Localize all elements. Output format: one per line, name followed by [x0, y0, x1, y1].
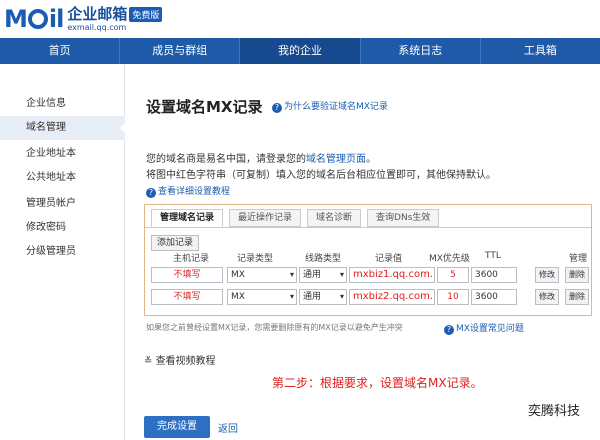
sidebar-item-public-addressbook[interactable]: 公共地址本 [0, 166, 125, 190]
nav-toolbox[interactable]: 工具箱 [481, 38, 600, 64]
description-line-1: 您的域名商是易名中国，请登录您的域名管理页面。 [146, 154, 376, 165]
help-icon: ? [444, 325, 454, 335]
row2-edit-button[interactable]: 修改 [535, 289, 559, 305]
logo-mark: Mil [4, 5, 64, 33]
sidebar: 企业信息 域名管理 企业地址本 公共地址本 管理员帐户 修改密码 分级管理员 [0, 64, 126, 440]
nav-home[interactable]: 首页 [0, 38, 121, 64]
row1-value-field[interactable]: mxbiz1.qq.com. [349, 267, 435, 283]
sidebar-item-sub-admin[interactable]: 分级管理员 [0, 240, 125, 264]
tab-recent-operations[interactable]: 最近操作记录 [229, 209, 302, 227]
column-header-line: 线路类型 [305, 254, 342, 264]
conflict-note: 如果您之前曾经设置MX记录，您需要删除原有的MX记录以避免产生冲突 [146, 323, 403, 332]
main-content: 设置域名MX记录 ? 为什么要验证域名MX记录 您的域名商是易名中国，请登录您的域… [126, 64, 600, 440]
chevron-down-icon: ≚ [144, 356, 156, 367]
domain-management-link[interactable]: 域名管理页面 [306, 154, 366, 165]
panel-tabs: 管理域名记录 最近操作记录 域名诊断 查询DNs生效 [151, 209, 445, 227]
row1-edit-button[interactable]: 修改 [535, 267, 559, 283]
tab-domain-diagnosis[interactable]: 域名诊断 [307, 209, 362, 227]
row1-priority-field[interactable]: 5 [437, 267, 469, 283]
header: Mil 企业邮箱 exmail.qq.com 免费版 [0, 0, 600, 38]
sidebar-item-admin-account[interactable]: 管理员帐户 [0, 192, 125, 216]
row2-type-select[interactable]: MX [227, 289, 297, 305]
why-verify-link[interactable]: ? 为什么要验证域名MX记录 [272, 99, 388, 113]
page-title: 设置域名MX记录 [146, 98, 263, 116]
sidebar-item-change-password[interactable]: 修改密码 [0, 216, 125, 240]
logo-url: exmail.qq.com [67, 22, 127, 32]
column-header-ttl: TTL [485, 251, 501, 261]
row2-line-select[interactable]: 通用 [299, 289, 347, 305]
row1-line-select[interactable]: 通用 [299, 267, 347, 283]
sidebar-item-enterprise-info[interactable]: 企业信息 [0, 92, 125, 116]
sidebar-item-enterprise-addressbook[interactable]: 企业地址本 [0, 142, 125, 166]
column-header-type: 记录类型 [237, 254, 274, 264]
row1-host-field[interactable]: 不填写 [151, 267, 223, 283]
add-record-button[interactable]: 添加记录 [151, 235, 200, 251]
step-instruction: 第二步：根据要求，设置域名MX记录。 [272, 376, 483, 390]
logo[interactable]: Mil 企业邮箱 exmail.qq.com 免费版 [4, 3, 163, 35]
back-link[interactable]: 返回 [218, 420, 238, 435]
detail-tutorial-link[interactable]: ? 查看详细设置教程 [146, 184, 230, 198]
dns-records-panel: 管理域名记录 最近操作记录 域名诊断 查询DNs生效 添加记录 主机记录 记录类… [144, 204, 592, 316]
column-header-priority: MX优先级 [429, 254, 470, 264]
row2-value-field[interactable]: mxbiz2.qq.com. [349, 289, 435, 305]
row1-ttl-field[interactable]: 3600 [471, 267, 517, 283]
finish-setup-button[interactable]: 完成设置 [144, 416, 210, 438]
sidebar-item-domain-management[interactable]: 域名管理 [0, 116, 126, 140]
row2-delete-button[interactable]: 删除 [565, 289, 589, 305]
tab-manage-records[interactable]: 管理域名记录 [151, 209, 224, 227]
row1-delete-button[interactable]: 删除 [565, 267, 589, 283]
watermark: 奕腾科技 [528, 404, 581, 419]
nav-system-log[interactable]: 系统日志 [361, 38, 481, 64]
video-tutorial-link[interactable]: ≚ 查看视频教程 [144, 352, 216, 367]
help-icon: ? [146, 188, 156, 198]
logo-title: 企业邮箱 [67, 4, 128, 23]
top-nav: 首页 成员与群组 我的企业 系统日志 工具箱 [0, 38, 600, 64]
nav-my-enterprise[interactable]: 我的企业 [240, 38, 361, 64]
row2-ttl-field[interactable]: 3600 [471, 289, 517, 305]
tab-dns-propagation[interactable]: 查询DNs生效 [367, 209, 440, 227]
description-line-2: 将图中红色字符串（可复制）填入您的域名后台相应位置即可，其他保持默认。 [146, 170, 496, 181]
column-header-host: 主机记录 [173, 254, 210, 264]
edition-badge: 免费版 [129, 7, 163, 22]
column-header-value: 记录值 [375, 254, 403, 264]
row2-host-field[interactable]: 不填写 [151, 289, 223, 305]
nav-members-groups[interactable]: 成员与群组 [120, 38, 241, 64]
row2-priority-field[interactable]: 10 [437, 289, 469, 305]
column-header-manage: 管理 [569, 254, 588, 264]
row1-type-select[interactable]: MX [227, 267, 297, 283]
help-icon: ? [272, 103, 282, 113]
mx-faq-link[interactable]: ? MX设置常见问题 [444, 321, 524, 335]
tabs-divider [145, 227, 591, 228]
